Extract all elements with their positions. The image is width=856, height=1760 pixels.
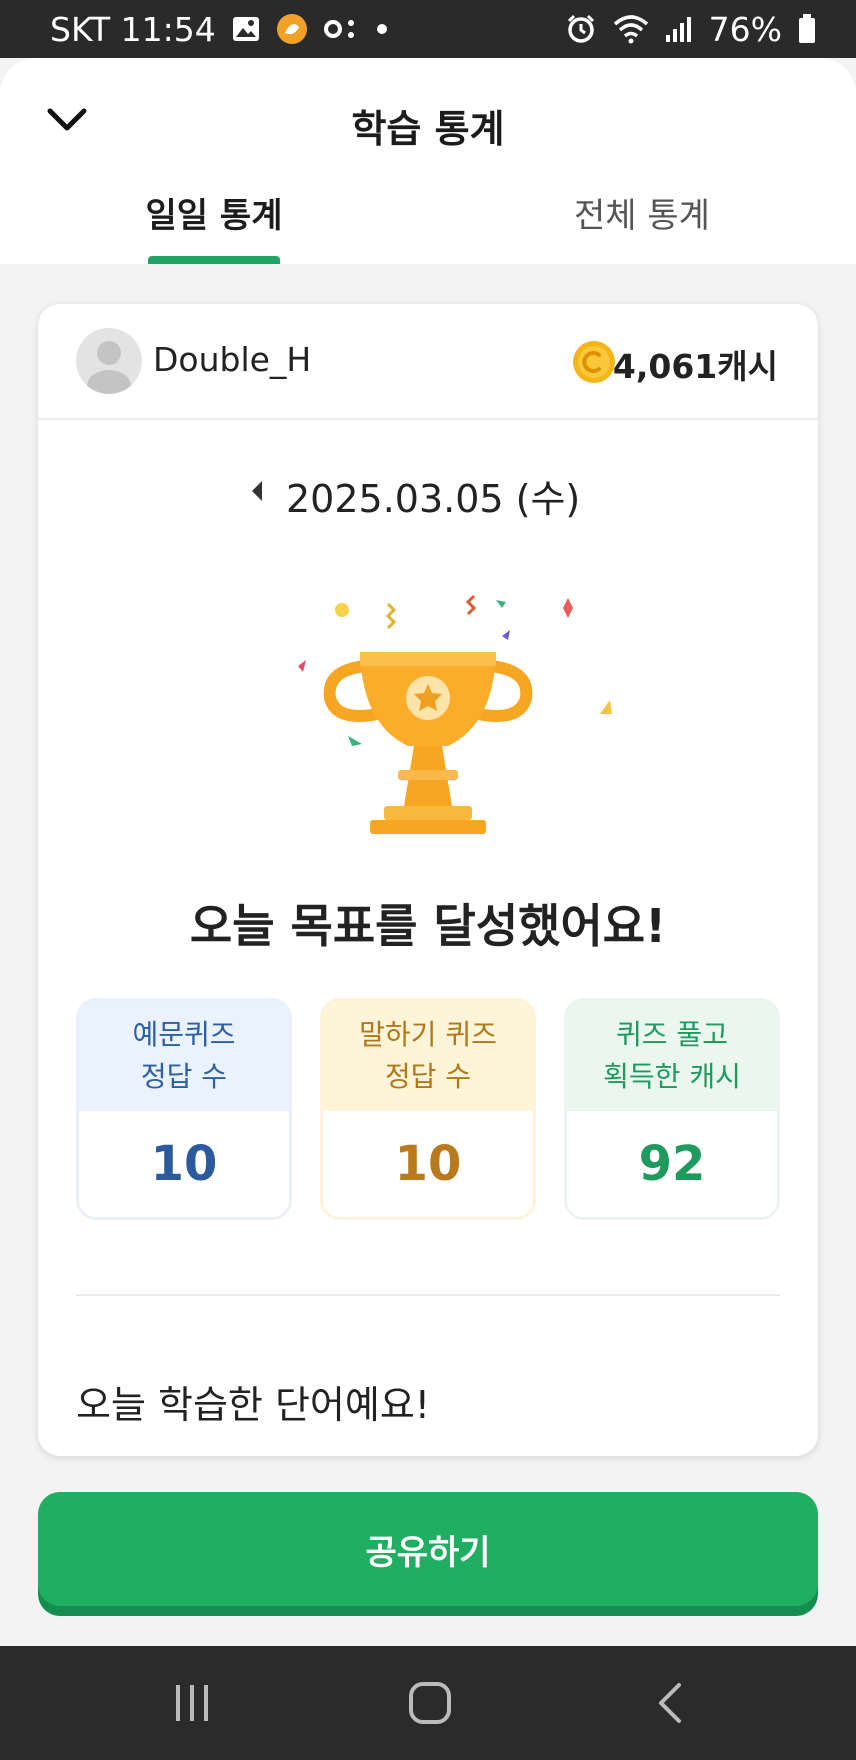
tab-daily-stats[interactable]: 일일 통계 [64,188,364,264]
alarm-icon [565,13,597,45]
username: Double_H [153,340,312,379]
stat-label: 퀴즈 풀고 획득한 캐시 [567,1001,777,1111]
trophy-illustration [298,594,612,834]
goal-achieved-message: 오늘 목표를 달성했어요! [189,899,667,953]
date-selector: 2025.03.05 (수) [38,464,818,524]
recent-apps-icon[interactable] [162,1676,222,1730]
battery-icon [798,14,816,44]
app-notification-icon [276,13,308,45]
back-icon[interactable] [640,1676,700,1730]
daily-stats-card: Double_H 4,061캐시 2025.03.05 (수) 오늘 목표를 달… [38,304,818,1456]
dot-icon [376,23,388,35]
stat-example-quiz: 예문퀴즈 정답 수 10 [76,998,292,1220]
wifi-icon [613,14,649,44]
cash-balance: 4,061캐시 [612,347,778,386]
tab-total-stats[interactable]: 전체 통계 [492,188,792,264]
current-date: 2025.03.05 (수) [286,477,581,521]
coin-icon [573,341,615,383]
signal-icon [665,15,693,43]
active-tab-indicator [148,256,280,264]
profile-row: Double_H 4,061캐시 [38,304,818,420]
battery-percent: 76% [708,9,782,49]
divider [76,1294,780,1296]
stat-earned-cash: 퀴즈 풀고 획득한 캐시 92 [564,998,780,1220]
home-icon[interactable] [400,1676,460,1730]
image-icon [232,16,260,42]
stat-label: 말하기 퀴즈 정답 수 [323,1001,533,1111]
stat-value: 10 [79,1111,289,1217]
share-button[interactable]: 공유하기 [38,1492,818,1606]
stat-value: 10 [323,1111,533,1217]
system-nav-bar [0,1646,856,1760]
learned-words-title: 오늘 학습한 단어예요! [76,1383,431,1427]
stat-speaking-quiz: 말하기 퀴즈 정답 수 10 [320,998,536,1220]
carrier-time: SKT 11:54 [50,9,216,49]
avatar [76,328,142,394]
status-bar: SKT 11:54 76% [0,0,856,58]
caret-left-icon[interactable] [246,478,268,504]
stat-label: 예문퀴즈 정답 수 [79,1001,289,1111]
header: 학습 통계 일일 통계 전체 통계 [0,58,856,264]
stat-value: 92 [567,1111,777,1217]
voicemail-icon [323,17,360,41]
page-title: 학습 통계 [351,107,505,151]
